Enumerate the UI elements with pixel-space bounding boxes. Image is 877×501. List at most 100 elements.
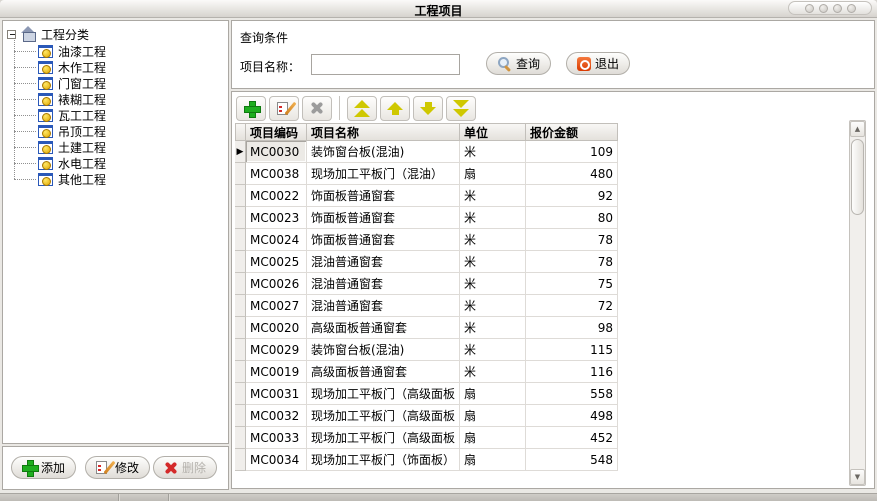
column-header-code[interactable]: 项目编码 bbox=[246, 123, 307, 141]
cell-price: 75 bbox=[526, 273, 618, 295]
cell-price: 498 bbox=[526, 405, 618, 427]
delete-button[interactable]: 删除 bbox=[153, 456, 217, 479]
next-record-button[interactable] bbox=[413, 96, 443, 121]
scroll-down-button[interactable]: ▼ bbox=[850, 469, 865, 485]
table-body: ▶MC0030装饰窗台板(混油)米109MC0038现场加工平板门（混油）扇48… bbox=[235, 141, 618, 471]
toolbar-edit-button[interactable] bbox=[269, 96, 299, 121]
toolbar-delete-button[interactable] bbox=[302, 96, 332, 121]
tree-item-水电工程[interactable]: 水电工程 bbox=[7, 155, 224, 171]
table-row[interactable]: MC0029装饰窗台板(混油)米115 bbox=[235, 339, 618, 361]
tree-item-木作工程[interactable]: 木作工程 bbox=[7, 59, 224, 75]
table-row[interactable]: MC0024饰面板普通窗套米78 bbox=[235, 229, 618, 251]
tree-root-node[interactable]: 工程分类 bbox=[7, 25, 224, 43]
cell-unit: 扇 bbox=[460, 427, 526, 449]
window-button-icon[interactable] bbox=[805, 4, 814, 13]
table-row[interactable]: MC0026混油普通窗套米75 bbox=[235, 273, 618, 295]
table-row[interactable]: MC0025混油普通窗套米78 bbox=[235, 251, 618, 273]
table-row[interactable]: MC0023饰面板普通窗套米80 bbox=[235, 207, 618, 229]
tree-item-吊顶工程[interactable]: 吊顶工程 bbox=[7, 123, 224, 139]
row-indicator-cell bbox=[235, 449, 246, 471]
search-button[interactable]: 查询 bbox=[486, 52, 551, 75]
cell-unit: 米 bbox=[460, 229, 526, 251]
app-window: 工程项目 工程分类 油漆工程木作工程门窗工程裱糊工程瓦工工程吊顶工程土建工程水电… bbox=[0, 0, 877, 501]
project-name-input[interactable] bbox=[311, 54, 460, 75]
cell-price: 116 bbox=[526, 361, 618, 383]
status-bar-separator bbox=[168, 494, 169, 501]
cell-unit: 米 bbox=[460, 317, 526, 339]
row-indicator-cell bbox=[235, 163, 246, 185]
home-icon bbox=[20, 26, 37, 42]
row-indicator-cell bbox=[235, 427, 246, 449]
cell-price: 109 bbox=[526, 141, 618, 163]
add-button[interactable]: 添加 bbox=[11, 456, 76, 479]
tree-item-油漆工程[interactable]: 油漆工程 bbox=[7, 43, 224, 59]
toolbar-add-button[interactable] bbox=[236, 96, 266, 121]
table-row[interactable]: MC0019高级面板普通窗套米116 bbox=[235, 361, 618, 383]
cell-price: 98 bbox=[526, 317, 618, 339]
row-indicator-cell bbox=[235, 339, 246, 361]
row-indicator-cell bbox=[235, 361, 246, 383]
cell-project-name: 饰面板普通窗套 bbox=[307, 207, 460, 229]
down-arrow-icon bbox=[420, 102, 436, 115]
tree-item-label: 水电工程 bbox=[58, 155, 106, 172]
table-row[interactable]: MC0031现场加工平板门（高级面板扇558 bbox=[235, 383, 618, 405]
vertical-scrollbar[interactable]: ▲ ▼ bbox=[849, 120, 866, 486]
tree-item-土建工程[interactable]: 土建工程 bbox=[7, 139, 224, 155]
double-down-arrow-icon bbox=[453, 100, 469, 117]
cell-project-name: 饰面板普通窗套 bbox=[307, 185, 460, 207]
title-bar: 工程项目 bbox=[0, 0, 877, 18]
window-button-icon[interactable] bbox=[847, 4, 856, 13]
edit-icon bbox=[277, 101, 292, 116]
cell-project-code: MC0025 bbox=[246, 251, 307, 273]
table-row[interactable]: MC0033现场加工平板门（高级面板扇452 bbox=[235, 427, 618, 449]
scrollbar-thumb[interactable] bbox=[851, 139, 864, 215]
category-icon bbox=[38, 109, 53, 122]
cell-project-name: 装饰窗台板(混油) bbox=[307, 141, 460, 163]
table-row[interactable]: MC0038现场加工平板门（混油）扇480 bbox=[235, 163, 618, 185]
column-header-price[interactable]: 报价金额 bbox=[526, 123, 618, 141]
table-row[interactable]: MC0034现场加工平板门（饰面板）扇548 bbox=[235, 449, 618, 471]
tree-item-门窗工程[interactable]: 门窗工程 bbox=[7, 75, 224, 91]
last-record-button[interactable] bbox=[446, 96, 476, 121]
cell-price: 452 bbox=[526, 427, 618, 449]
table-row[interactable]: MC0022饰面板普通窗套米92 bbox=[235, 185, 618, 207]
table-row[interactable]: MC0032现场加工平板门（高级面板扇498 bbox=[235, 405, 618, 427]
window-controls bbox=[788, 1, 872, 15]
cell-unit: 扇 bbox=[460, 383, 526, 405]
row-indicator-cell bbox=[235, 207, 246, 229]
status-bar-separator bbox=[118, 494, 119, 501]
column-header-unit[interactable]: 单位 bbox=[460, 123, 526, 141]
exit-button[interactable]: 退出 bbox=[566, 52, 630, 75]
previous-record-button[interactable] bbox=[380, 96, 410, 121]
row-indicator-cell bbox=[235, 229, 246, 251]
cell-project-code: MC0029 bbox=[246, 339, 307, 361]
tree-item-裱糊工程[interactable]: 裱糊工程 bbox=[7, 91, 224, 107]
category-icon bbox=[38, 61, 53, 74]
delete-x-icon bbox=[310, 101, 324, 115]
tree-item-label: 土建工程 bbox=[58, 139, 106, 156]
category-icon bbox=[38, 141, 53, 154]
scroll-up-button[interactable]: ▲ bbox=[850, 121, 865, 137]
first-record-button[interactable] bbox=[347, 96, 377, 121]
table-row[interactable]: MC0020高级面板普通窗套米98 bbox=[235, 317, 618, 339]
cell-price: 80 bbox=[526, 207, 618, 229]
category-icon bbox=[38, 173, 53, 186]
toolbar-separator bbox=[339, 96, 340, 120]
table-row[interactable]: MC0027混油普通窗套米72 bbox=[235, 295, 618, 317]
row-indicator-cell bbox=[235, 251, 246, 273]
tree-item-其他工程[interactable]: 其他工程 bbox=[7, 171, 224, 187]
modify-button[interactable]: 修改 bbox=[85, 456, 150, 479]
row-indicator-cell bbox=[235, 317, 246, 339]
cell-project-name: 现场加工平板门（饰面板） bbox=[307, 449, 460, 471]
table-row[interactable]: ▶MC0030装饰窗台板(混油)米109 bbox=[235, 141, 618, 163]
cell-project-code: MC0026 bbox=[246, 273, 307, 295]
tree-collapse-icon[interactable] bbox=[7, 30, 16, 39]
tree-item-瓦工工程[interactable]: 瓦工工程 bbox=[7, 107, 224, 123]
window-button-icon[interactable] bbox=[833, 4, 842, 13]
cell-price: 558 bbox=[526, 383, 618, 405]
category-icon bbox=[38, 45, 53, 58]
column-header-name[interactable]: 项目名称 bbox=[307, 123, 460, 141]
tree-root-label: 工程分类 bbox=[41, 26, 89, 43]
window-button-icon[interactable] bbox=[819, 4, 828, 13]
query-section-title: 查询条件 bbox=[240, 29, 288, 46]
